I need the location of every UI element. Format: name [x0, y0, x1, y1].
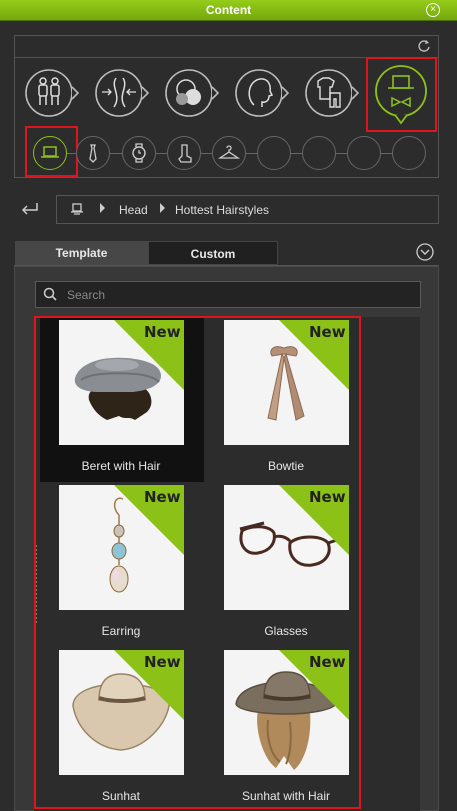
breadcrumb-separator-icon [160, 203, 165, 213]
sock-icon [178, 144, 192, 163]
tie-icon [89, 144, 97, 163]
chevron-down-icon[interactable] [415, 242, 435, 262]
body-morph-icon[interactable] [92, 65, 154, 121]
head-profile-icon[interactable] [232, 65, 294, 121]
empty-subcategory-slot[interactable] [392, 136, 426, 170]
empty-subcategory-slot[interactable] [347, 136, 381, 170]
refresh-icon[interactable] [417, 39, 431, 53]
characters-icon[interactable] [22, 65, 84, 121]
empty-subcategory-slot[interactable] [302, 136, 336, 170]
close-icon[interactable]: × [426, 3, 440, 17]
tab-custom[interactable]: Custom [148, 241, 278, 265]
grid-highlight [34, 316, 361, 809]
clothes-icon[interactable] [302, 65, 364, 121]
search-icon [43, 287, 57, 301]
skin-materials-icon[interactable] [162, 65, 224, 121]
hanger-icon [217, 145, 241, 159]
breadcrumb-item-hottest-hairstyles[interactable]: Hottest Hairstyles [175, 203, 269, 217]
watch-subcategory-button[interactable] [122, 136, 156, 170]
tie-subcategory-button[interactable] [76, 136, 110, 170]
watch-icon [132, 143, 146, 163]
selected-category-highlight [366, 57, 437, 132]
selected-subcategory-highlight [25, 126, 78, 177]
sock-subcategory-button[interactable] [167, 136, 201, 170]
tab-template[interactable]: Template [15, 241, 148, 265]
hanger-subcategory-button[interactable] [212, 136, 246, 170]
breadcrumb-separator-icon [100, 203, 105, 213]
search-placeholder: Search [67, 288, 106, 302]
window-title: Content [205, 3, 252, 17]
empty-subcategory-slot[interactable] [257, 136, 291, 170]
back-arrow-icon[interactable] [19, 199, 41, 217]
breadcrumb-item-head[interactable]: Head [119, 203, 148, 217]
hat-icon[interactable] [70, 202, 84, 216]
